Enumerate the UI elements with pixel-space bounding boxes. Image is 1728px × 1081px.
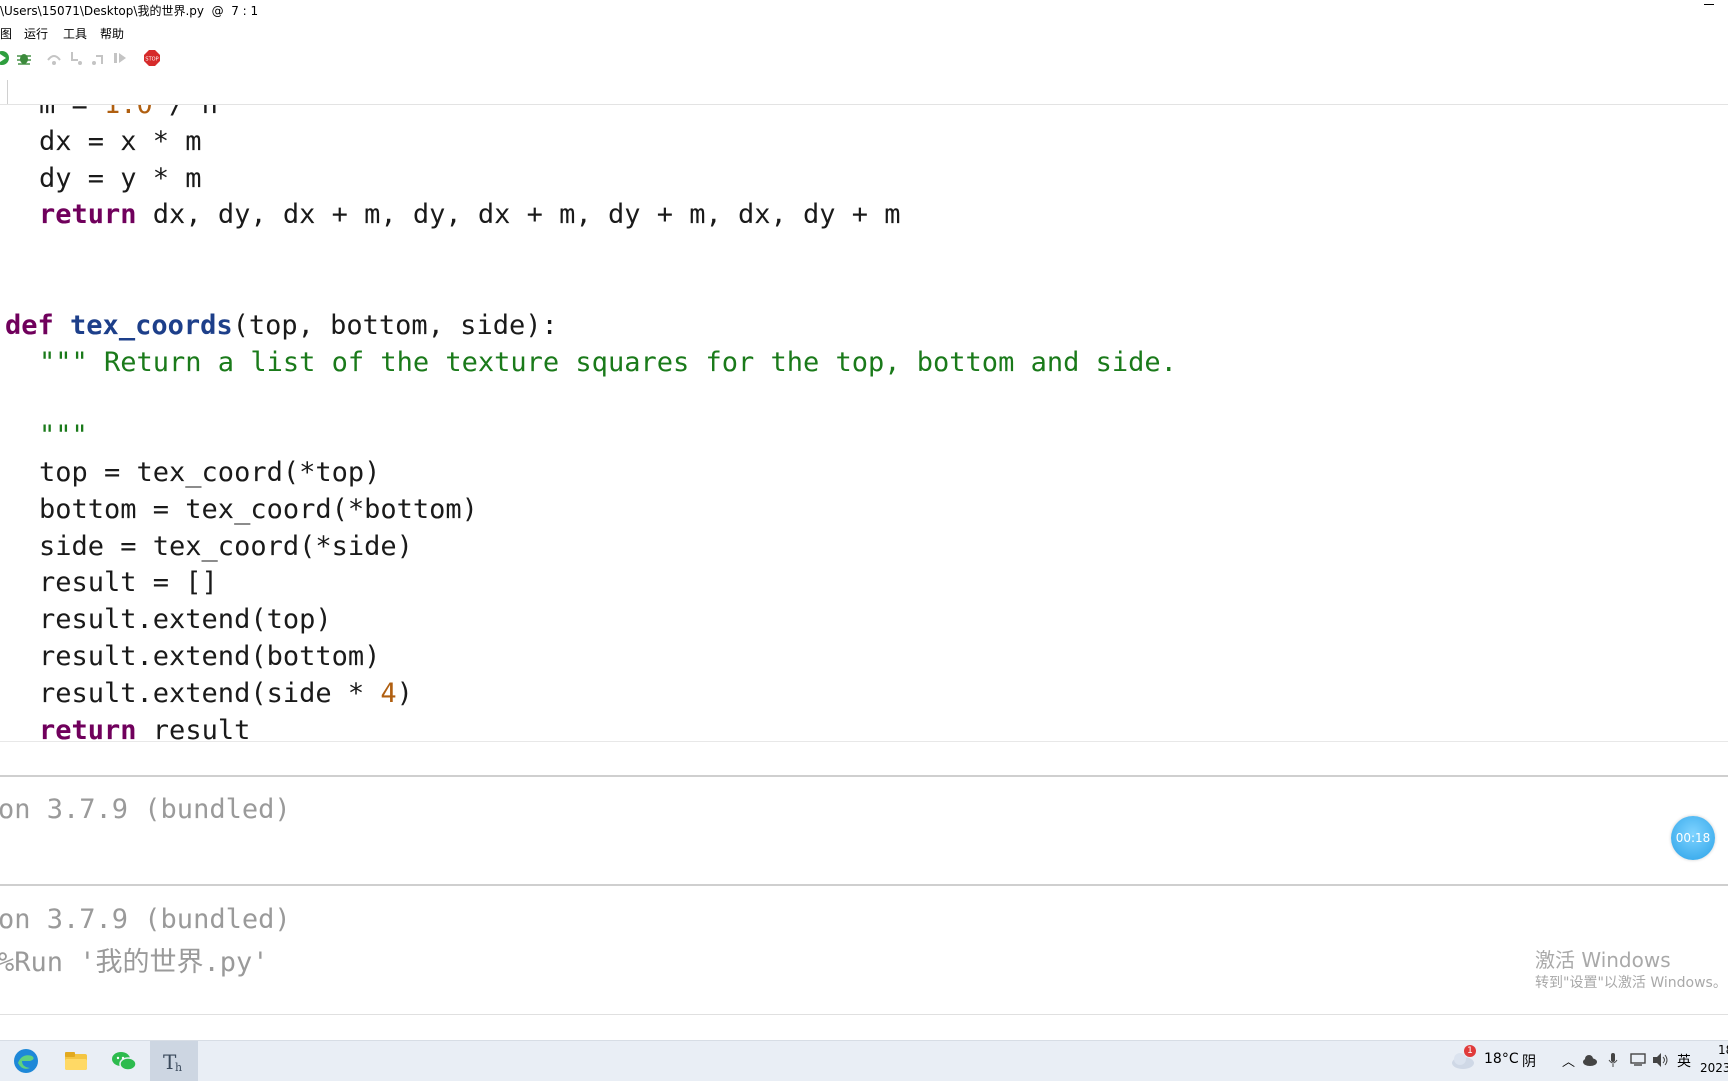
step-over-icon[interactable] (46, 50, 62, 66)
activation-subtitle: 转到"设置"以激活 Windows。 (1535, 975, 1727, 991)
code-token: result.extend(top) (39, 604, 332, 636)
menu-bar: 图 运行 工具 帮助 (0, 22, 1728, 42)
code-line[interactable]: top = tex_coord(*top) (39, 455, 380, 491)
code-token: tex_coords (70, 309, 233, 341)
code-token: result = [] (39, 567, 218, 599)
code-line[interactable]: return result (39, 713, 250, 741)
code-token: dx, dy, dx + m, dy, dx + m, dy + m, dx, … (136, 199, 901, 231)
menu-tools[interactable]: 工具 (63, 25, 87, 42)
code-token: top = tex_coord(*top) (39, 457, 381, 488)
run-icon[interactable] (0, 50, 10, 66)
window-title: \Users\15071\Desktop\我的世界.py @ 7 : 1 (0, 4, 259, 18)
code-token: m = (39, 105, 104, 120)
code-line[interactable]: return dx, dy, dx + m, dy, dx + m, dy + … (39, 197, 901, 233)
menu-help[interactable]: 帮助 (100, 25, 124, 42)
code-line[interactable]: result.extend(side * 4) (39, 676, 413, 712)
onedrive-cloud-icon[interactable] (1582, 1054, 1598, 1066)
code-token: result (136, 714, 251, 741)
code-line[interactable]: dy = y * m (39, 161, 202, 197)
debug-icon[interactable] (16, 50, 32, 66)
taskbar: T h 1 18°C 阴 ︿ 英 18 2023 (0, 1040, 1728, 1081)
thonny-icon[interactable]: T h (160, 1047, 188, 1075)
code-token: def (5, 309, 54, 341)
microphone-icon[interactable] (1608, 1052, 1618, 1068)
code-token: return (39, 199, 137, 231)
network-icon[interactable] (1630, 1053, 1646, 1067)
code-token: (top, bottom, side): (232, 309, 558, 341)
code-line[interactable]: """ (39, 418, 88, 454)
code-line[interactable]: side = tex_coord(*side) (39, 529, 413, 565)
step-out-icon[interactable] (90, 50, 106, 66)
code-line[interactable]: result = [] (39, 565, 218, 601)
code-token: """ Return a list of the texture squares… (39, 346, 1177, 378)
menu-view[interactable]: 图 (0, 25, 12, 42)
code-token: / n (153, 105, 218, 120)
svg-text:STOP: STOP (145, 57, 158, 63)
minimize-button[interactable] (1704, 4, 1714, 5)
editor-tab[interactable] (0, 80, 8, 104)
pane-divider (0, 1014, 1728, 1015)
chevron-up-icon[interactable]: ︿ (1562, 1051, 1575, 1070)
title-bar: \Users\15071\Desktop\我的世界.py @ 7 : 1 (0, 0, 1728, 22)
code-token: 4 (380, 677, 397, 709)
recording-timer[interactable]: 00:18 (1671, 816, 1715, 860)
wechat-icon[interactable] (110, 1047, 138, 1075)
weather-badge: 1 (1464, 1045, 1476, 1057)
menu-run[interactable]: 运行 (24, 25, 48, 42)
code-line[interactable]: m = 1.0 / n (39, 105, 218, 123)
code-token: """ (39, 420, 88, 452)
code-token: return (39, 714, 137, 741)
code-line[interactable]: bottom = tex_coord(*bottom) (39, 492, 478, 528)
code-editor[interactable]: m = 1.0 / ndx = x * mdy = y * mreturn dx… (0, 105, 1728, 741)
edge-icon[interactable] (12, 1047, 40, 1075)
shell-run-command: %Run '我的世界.py' (0, 947, 269, 978)
toolbar: STOP (0, 46, 1728, 72)
svg-text:h: h (175, 1061, 182, 1074)
weather-description[interactable]: 阴 (1522, 1051, 1536, 1071)
code-token: bottom = tex_coord(*bottom) (39, 493, 478, 525)
code-line[interactable]: result.extend(top) (39, 602, 332, 638)
shell-pane-1[interactable]: on 3.7.9 (bundled) (0, 777, 1728, 884)
shell-version-line: on 3.7.9 (bundled) (0, 904, 291, 935)
clock-time[interactable]: 18 (1718, 1043, 1728, 1057)
code-line[interactable]: def tex_coords(top, bottom, side): (5, 308, 558, 344)
code-line[interactable]: """ Return a list of the texture squares… (39, 345, 1177, 381)
activation-title: 激活 Windows (1535, 948, 1671, 972)
code-token: side = tex_coord(*side) (39, 530, 413, 562)
stop-icon[interactable]: STOP (144, 50, 160, 66)
volume-icon[interactable] (1652, 1052, 1670, 1068)
clock-date[interactable]: 2023 (1700, 1061, 1728, 1075)
step-into-icon[interactable] (68, 50, 84, 66)
weather-temperature[interactable]: 18°C (1484, 1051, 1519, 1067)
code-token: result.extend(bottom) (39, 641, 381, 672)
code-token: ) (396, 677, 413, 709)
shell-pane-2[interactable]: on 3.7.9 (bundled) %Run '我的世界.py' (0, 886, 1728, 1014)
shell-version-line: on 3.7.9 (bundled) (0, 794, 291, 825)
code-token: dx = x * m (39, 125, 202, 157)
code-line[interactable]: result.extend(bottom) (39, 639, 380, 675)
resume-icon[interactable] (112, 50, 128, 66)
file-explorer-icon[interactable] (62, 1047, 90, 1075)
code-token: 1.0 (104, 105, 153, 120)
code-line[interactable]: dx = x * m (39, 124, 202, 160)
input-method-indicator[interactable]: 英 (1677, 1051, 1691, 1071)
editor-footer (0, 741, 1728, 776)
code-token: dy = y * m (39, 162, 202, 194)
code-token: result.extend(side * (39, 677, 381, 709)
